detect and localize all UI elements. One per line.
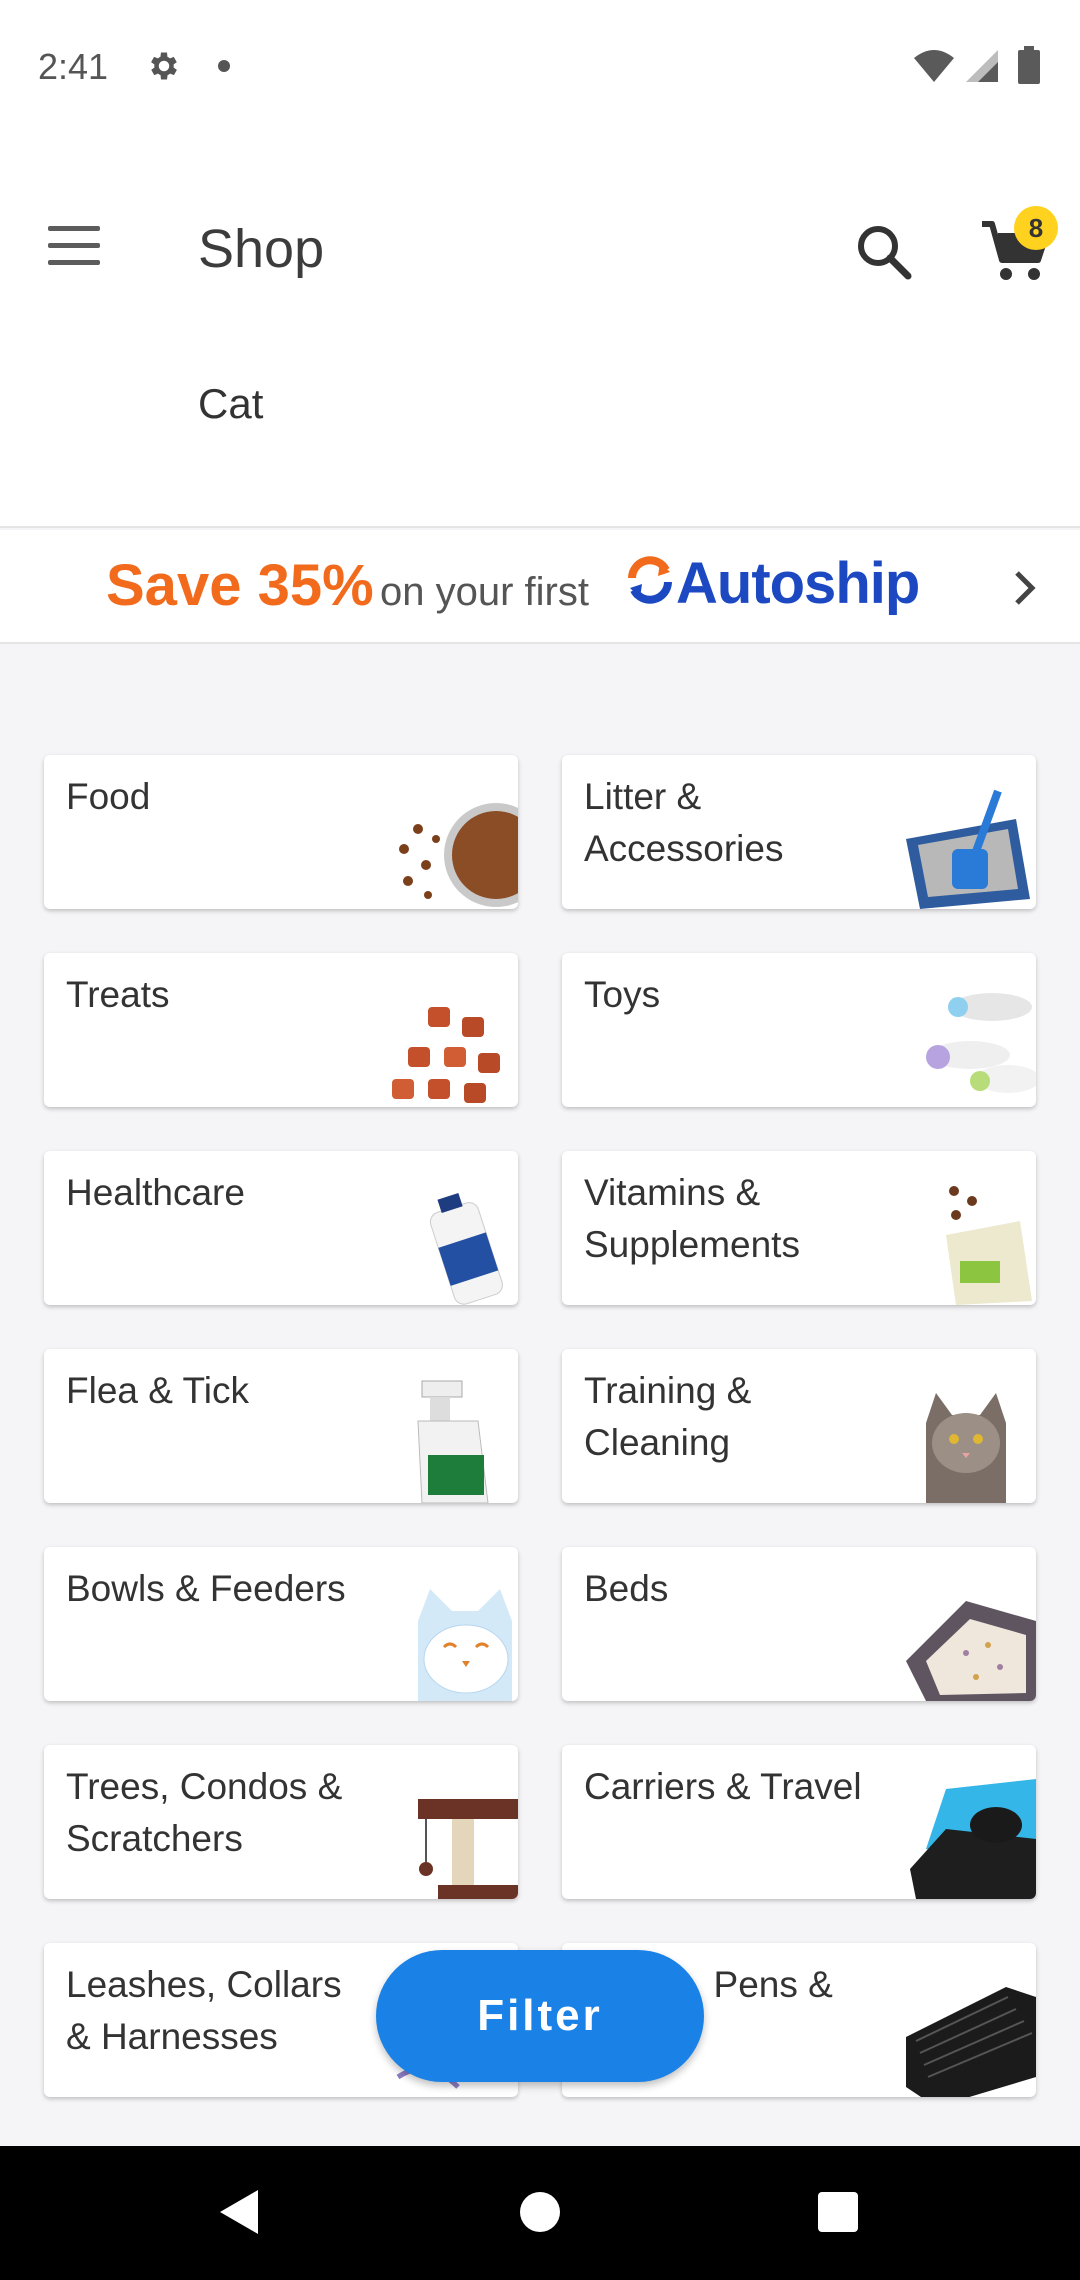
promo-brand-text: Autoship <box>676 551 920 616</box>
system-nav-bar <box>0 2146 1080 2280</box>
category-card-food[interactable]: Food <box>44 755 518 909</box>
autoship-logo-icon <box>628 556 672 604</box>
notification-dot-icon <box>218 60 230 72</box>
chevron-right-icon <box>1015 571 1036 605</box>
app-bar: Shop 8 Cat <box>0 136 1080 528</box>
signal-icon <box>966 50 998 82</box>
treats-image <box>392 1007 500 1103</box>
category-label: Litter & Accessories <box>584 776 784 869</box>
category-label: Healthcare <box>66 1172 245 1213</box>
recents-icon[interactable] <box>818 2192 858 2232</box>
cat-food-bowl-image <box>399 803 518 907</box>
wifi-icon <box>914 50 954 82</box>
category-card-training[interactable]: Training & Cleaning <box>562 1349 1036 1503</box>
search-icon[interactable] <box>852 220 916 284</box>
category-card-treats[interactable]: Treats <box>44 953 518 1107</box>
home-icon[interactable] <box>520 2192 560 2232</box>
category-card-trees[interactable]: Trees, Condos & Scratchers <box>44 1745 518 1899</box>
category-card-healthcare[interactable]: Healthcare <box>44 1151 518 1305</box>
category-label: Carriers & Travel <box>584 1766 862 1807</box>
category-card-flea-tick[interactable]: Flea & Tick <box>44 1349 518 1503</box>
battery-icon <box>1018 46 1040 84</box>
litter-box-image <box>906 789 1030 909</box>
cart-count-badge: 8 <box>1014 206 1058 250</box>
promo-mid-text: on your first <box>380 570 589 614</box>
category-card-carriers[interactable]: Carriers & Travel <box>562 1745 1036 1899</box>
category-label: Beds <box>584 1568 669 1609</box>
gear-icon <box>151 52 177 80</box>
category-label: Treats <box>66 974 170 1015</box>
category-card-litter[interactable]: Litter & Accessories <box>562 755 1036 909</box>
menu-icon[interactable] <box>48 226 104 276</box>
cat-photo-image <box>926 1393 1006 1503</box>
wire-crate-image <box>906 1987 1036 2097</box>
promo-save-text: Save 35% <box>106 553 374 618</box>
back-icon[interactable] <box>220 2190 260 2234</box>
cat-bed-image <box>906 1601 1036 1701</box>
spray-bottle-image <box>417 1380 489 1503</box>
page-title: Shop <box>198 219 325 279</box>
category-subtitle: Cat <box>198 380 264 427</box>
fish-toys-image <box>926 993 1036 1093</box>
category-card-bowls[interactable]: Bowls & Feeders <box>44 1547 518 1701</box>
cat-face-bowl-image <box>418 1589 512 1701</box>
category-label: Flea & Tick <box>66 1370 249 1411</box>
category-card-beds[interactable]: Beds <box>562 1547 1036 1701</box>
status-time: 2:41 <box>38 46 109 87</box>
category-label: Toys <box>584 974 661 1015</box>
status-bar: 2:41 <box>0 0 1080 136</box>
supplement-bag-image <box>946 1186 1032 1305</box>
category-label: Leashes, Collars & Harnesses <box>66 1964 342 2057</box>
autoship-promo-banner[interactable]: Save 35% on your first Autoship <box>0 530 1080 644</box>
category-label: Trees, Condos & Scratchers <box>66 1766 343 1859</box>
cat-tree-image <box>418 1799 518 1899</box>
category-label: Training & Cleaning <box>584 1370 752 1463</box>
category-card-toys[interactable]: Toys <box>562 953 1036 1107</box>
salmon-oil-bottle-image <box>429 1192 503 1305</box>
pet-carrier-image <box>910 1779 1036 1899</box>
category-card-vitamins[interactable]: Vitamins & Supplements <box>562 1151 1036 1305</box>
category-label: Vitamins & Supplements <box>584 1172 800 1265</box>
category-label: Bowls & Feeders <box>66 1568 346 1609</box>
category-label: Food <box>66 776 151 817</box>
filter-button[interactable]: Filter <box>376 1950 704 2082</box>
